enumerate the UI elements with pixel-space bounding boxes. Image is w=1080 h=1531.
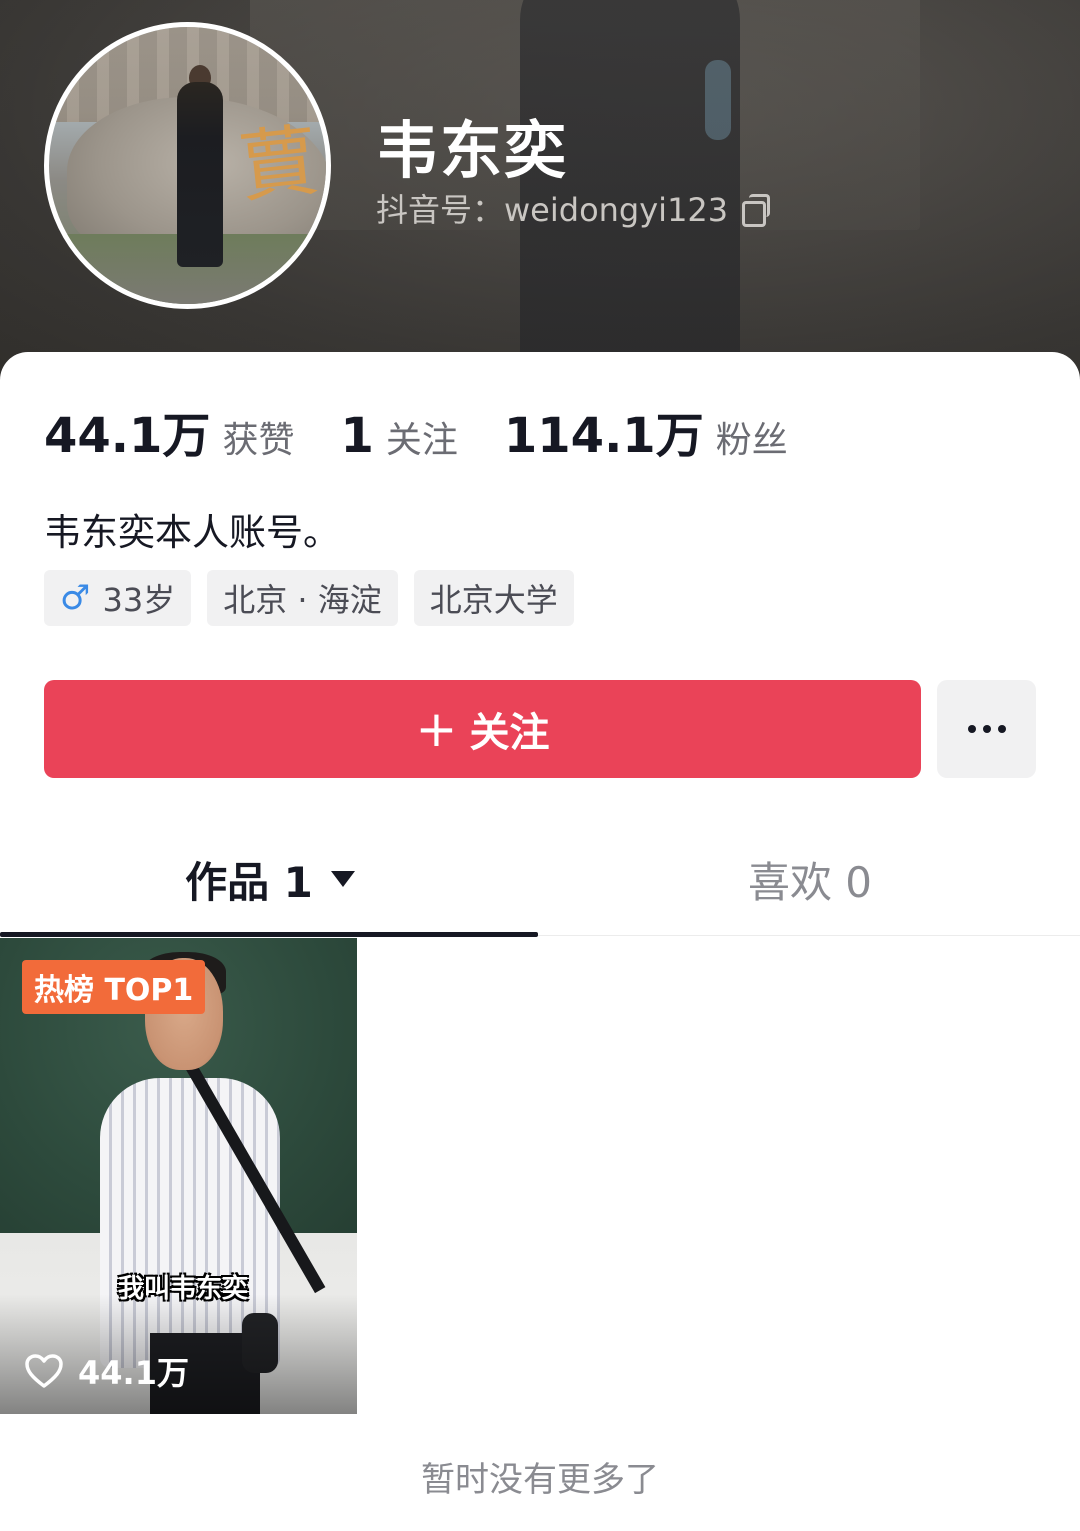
heart-icon <box>25 1354 63 1388</box>
stat-likes-label: 获赞 <box>222 420 295 461</box>
tab-works-label: 作品 1 <box>185 857 313 907</box>
content-tabs: 作品 1 喜欢 0 <box>0 822 1080 937</box>
stat-followers[interactable]: 114.1万 粉丝 <box>504 396 788 466</box>
video-likes-count: 44.1万 <box>78 1354 189 1392</box>
more-dots-icon <box>967 725 976 733</box>
tag-school[interactable]: 北京大学 <box>413 570 574 626</box>
profile-stats: 44.1万 获赞 1 关注 114.1万 粉丝 <box>44 396 834 466</box>
stat-likes[interactable]: 44.1万 获赞 <box>44 396 294 466</box>
video-likes: 44.1万 <box>24 1348 189 1394</box>
copy-icon[interactable] <box>740 193 771 227</box>
tag-age-text: 33岁 <box>102 581 176 619</box>
plus-icon: + <box>415 700 458 758</box>
tag-location-text: 北京 · 海淀 <box>223 581 382 619</box>
caret-down-icon[interactable] <box>330 871 355 887</box>
stat-followers-label: 粉丝 <box>715 420 788 461</box>
stat-followers-value: 114.1万 <box>503 408 704 464</box>
rock-carving: 蕒 <box>235 116 323 214</box>
tab-likes-label: 喜欢 0 <box>747 857 873 907</box>
profile-bio: 韦东奕本人账号。 <box>44 511 340 554</box>
follow-button[interactable]: + 关注 <box>44 680 921 778</box>
profile-banner: 蕒 韦东奕 抖音号：weidongyi123 <box>0 0 1080 380</box>
stat-following-label: 关注 <box>385 420 458 461</box>
video-thumbnail[interactable]: 热榜 TOP1 我叫韦东奕 44.1万 <box>0 938 357 1414</box>
video-caption: 我叫韦东奕 <box>118 1274 249 1304</box>
male-icon: ♂ <box>60 578 91 618</box>
stat-likes-value: 44.1万 <box>44 408 211 464</box>
douyin-id-text: 抖音号：weidongyi123 <box>376 191 729 229</box>
profile-card: 44.1万 获赞 1 关注 114.1万 粉丝 韦东奕本人账号。 ♂ 33岁 北… <box>0 352 1080 1531</box>
tab-active-indicator <box>0 932 538 937</box>
hot-badge: 热榜 TOP1 <box>22 960 206 1014</box>
tab-works[interactable]: 作品 1 <box>0 822 540 936</box>
profile-tags: ♂ 33岁 北京 · 海淀 北京大学 <box>44 570 574 626</box>
tag-gender-age: ♂ 33岁 <box>44 570 192 626</box>
follow-button-label: 关注 <box>469 710 550 756</box>
tag-location: 北京 · 海淀 <box>207 570 398 626</box>
stat-following[interactable]: 1 关注 <box>340 408 457 464</box>
douyin-id: 抖音号：weidongyi123 <box>376 185 771 231</box>
stat-following-value: 1 <box>340 408 374 464</box>
more-options-button[interactable] <box>937 680 1036 778</box>
profile-name: 韦东奕 <box>376 114 569 187</box>
avatar[interactable]: 蕒 <box>44 22 331 309</box>
no-more-text: 暂时没有更多了 <box>421 1460 659 1500</box>
tab-likes[interactable]: 喜欢 0 <box>540 822 1080 936</box>
tag-school-text: 北京大学 <box>429 581 558 619</box>
